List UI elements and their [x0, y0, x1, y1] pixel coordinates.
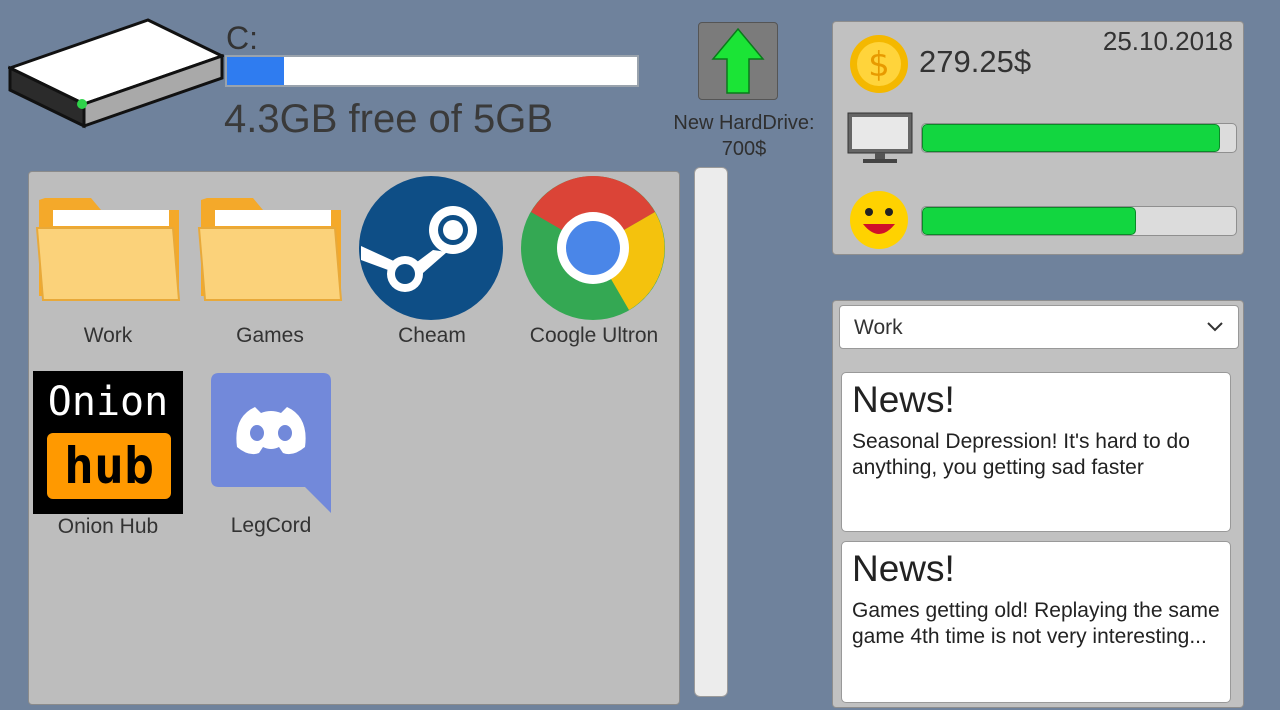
app-games-folder[interactable]: Games [195, 176, 345, 366]
news-panel: Work News! Seasonal Depression! It's har… [832, 300, 1244, 708]
hard-drive-icon [8, 18, 224, 129]
computer-icon [847, 112, 913, 163]
onion-hub-logo-top: Onion [47, 379, 169, 425]
news-title: News! [852, 548, 955, 589]
onion-hub-logo-bottom: hub [47, 433, 171, 499]
svg-text:$: $ [868, 45, 890, 85]
news-title: News! [852, 379, 955, 420]
news-body: Games getting old! Replaying the same ga… [852, 599, 1220, 648]
app-coogle-ultron[interactable]: Coogle Ultron [519, 176, 669, 366]
steam-icon [359, 176, 503, 320]
app-label: Coogle Ultron [529, 324, 659, 347]
app-legcord[interactable]: LegCord [209, 373, 333, 563]
app-cheam[interactable]: Cheam [357, 176, 507, 366]
app-onion-hub[interactable]: Onion hub Onion Hub [33, 369, 183, 559]
onion-hub-icon: Onion hub [33, 371, 183, 514]
new-harddrive-label: New HardDrive: 700$ [656, 110, 832, 162]
folder-icon [35, 198, 181, 301]
smiley-icon [850, 191, 908, 249]
app-label: Onion Hub [57, 515, 159, 538]
discord-icon [211, 373, 331, 513]
happiness-bar [921, 206, 1237, 236]
news-body: Seasonal Depression! It's hard to do any… [852, 430, 1190, 479]
desktop-area: Work Games Cheam Coogle Ultron Onion hub… [28, 171, 680, 705]
up-arrow-icon [711, 27, 765, 94]
stats-panel: 25.10.2018 $ 279.25$ [832, 21, 1244, 255]
new-harddrive-title: New HardDrive: [673, 112, 815, 134]
chrome-icon [521, 176, 665, 320]
new-harddrive-price: 700$ [721, 138, 767, 160]
desktop-scrollbar[interactable] [694, 167, 728, 697]
dropdown-value: Work [854, 316, 903, 339]
coin-icon: $ [850, 35, 908, 93]
money-amount: 279.25$ [919, 44, 1032, 79]
category-dropdown[interactable]: Work [839, 305, 1239, 349]
app-label: LegCord [230, 514, 312, 537]
computer-health-fill [922, 124, 1221, 152]
drive-letter: C: [226, 20, 258, 56]
new-harddrive-button[interactable] [698, 22, 778, 100]
drive-free-text: 4.3GB free of 5GB [224, 97, 554, 141]
chevron-down-icon [1207, 322, 1223, 332]
app-work-folder[interactable]: Work [33, 176, 183, 366]
happiness-fill [922, 207, 1136, 235]
news-card: News! Games getting old! Replaying the s… [841, 541, 1231, 703]
drive-usage-bar [225, 55, 639, 87]
folder-icon [197, 198, 343, 301]
news-card: News! Seasonal Depression! It's hard to … [841, 372, 1231, 532]
drive-usage-fill [227, 57, 285, 85]
computer-health-bar [921, 123, 1237, 153]
game-date: 25.10.2018 [1102, 26, 1233, 56]
